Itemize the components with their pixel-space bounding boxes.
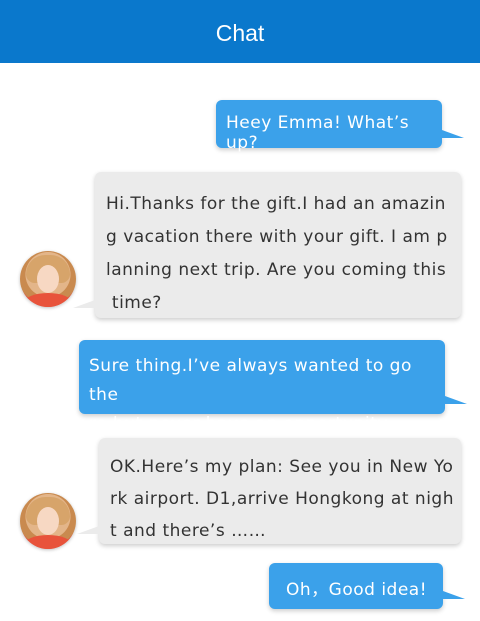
- message-bubble-sent[interactable]: Sure thing.I’ve always wanted to go the …: [79, 340, 467, 434]
- message-line: Heey Emma! What’s up?: [226, 113, 410, 153]
- message-line: OK.Here’s my plan: See you in New Yo: [110, 457, 454, 477]
- message-line: Sure thing.I’ve always wanted to go the: [89, 356, 412, 405]
- message-bubble-received[interactable]: OK.Here’s my plan: See you in New Yo rk …: [77, 438, 461, 544]
- contact-avatar[interactable]: [20, 493, 76, 549]
- message-line: rk airport. D1,arrive Hongkong at nigh: [110, 489, 454, 509]
- message-line: g vacation there with your gift. I am p: [106, 227, 448, 247]
- chat-list[interactable]: Heey Emma! What’s up? Hi.Thanks for the …: [0, 63, 480, 621]
- message-line: time?: [106, 293, 162, 313]
- page-title: Chat: [215, 20, 265, 46]
- contact-avatar[interactable]: [20, 251, 76, 307]
- message-bubble-sent[interactable]: Heey Emma! What’s up?: [216, 100, 464, 153]
- message-line: Hi.Thanks for the gift.I had an amazin: [106, 194, 446, 214]
- message-line: Oh，Good idea!: [286, 580, 428, 600]
- message-bubble-received[interactable]: Hi.Thanks for the gift.I had an amazin g…: [73, 172, 461, 318]
- message-line: t and there’s ……: [110, 521, 267, 541]
- message-line: re but never have an opportunity.: [89, 414, 392, 434]
- message-bubble-sent[interactable]: Oh，Good idea!: [269, 563, 465, 609]
- message-line: lanning next trip. Are you coming this: [106, 260, 447, 280]
- app-header: Chat: [0, 0, 480, 63]
